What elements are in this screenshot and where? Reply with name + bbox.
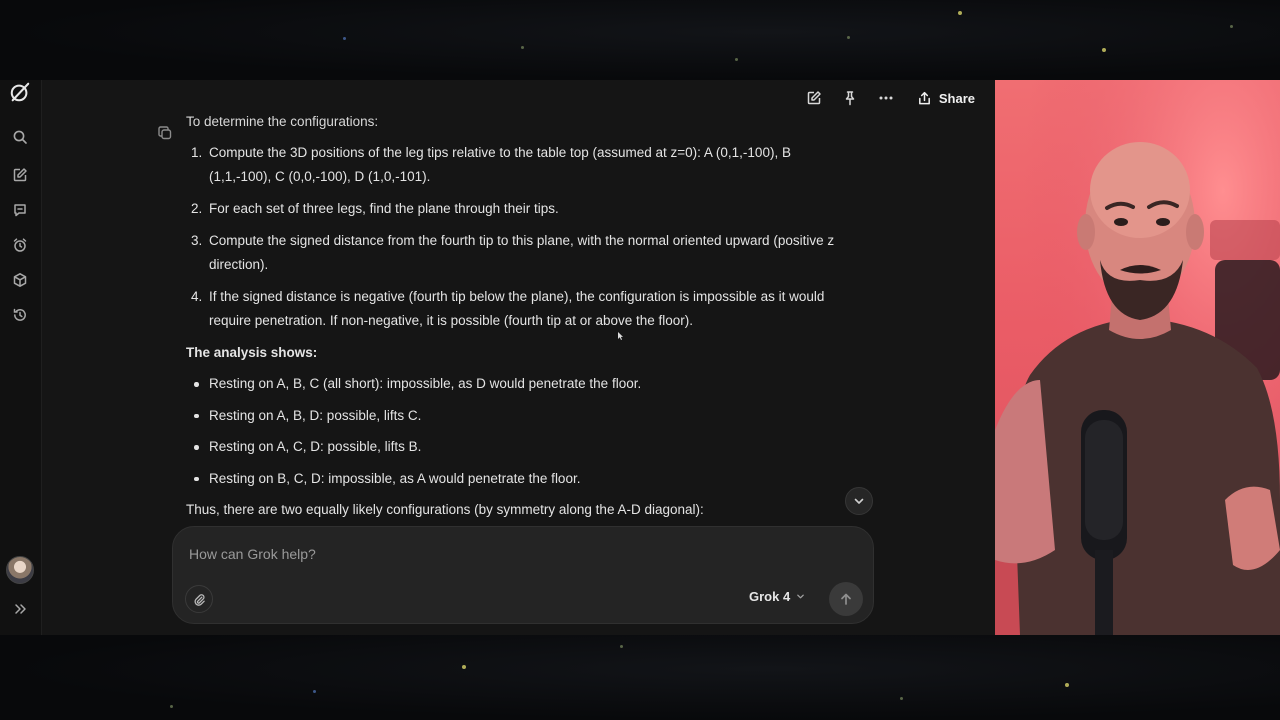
search-icon[interactable] (10, 127, 30, 147)
arrow-up-icon (841, 593, 851, 605)
presenter-video (995, 80, 1280, 635)
grok-logo-icon[interactable] (8, 80, 32, 104)
avatar[interactable] (6, 556, 34, 584)
conclusion-text: Thus, there are two equally likely confi… (186, 502, 704, 518)
video-background-top (0, 0, 1280, 80)
step-text: If the signed distance is negative (four… (209, 289, 825, 328)
webcam-overlay (995, 80, 1280, 635)
video-background-bottom (0, 635, 1280, 720)
results-list: Resting on A, B, C (all short): impossib… (186, 372, 856, 491)
step-number: 3. (191, 233, 203, 248)
step-text: Compute the 3D positions of the leg tips… (209, 145, 791, 184)
step-item: 1. Compute the 3D positions of the leg ti… (186, 141, 856, 189)
share-icon (917, 91, 932, 106)
more-icon[interactable] (871, 84, 901, 112)
analysis-heading: The analysis shows: (186, 345, 318, 360)
copy-message-icon[interactable] (157, 125, 173, 141)
result-item: Resting on A, B, D: possible, lifts C. (186, 404, 856, 428)
grok-app-window: Share To determine the configurations: 1… (0, 80, 995, 635)
composer: Grok 4 (172, 526, 874, 624)
model-selector[interactable]: Grok 4 (749, 589, 805, 604)
alarm-icon[interactable] (10, 235, 30, 255)
scroll-to-bottom-button[interactable] (845, 487, 873, 515)
history-icon[interactable] (10, 305, 30, 325)
step-number: 2. (191, 201, 203, 216)
paperclip-icon (193, 593, 205, 606)
model-label: Grok 4 (749, 589, 791, 604)
assistant-message: To determine the configurations: 1. Compu… (186, 110, 856, 522)
step-number: 1. (191, 145, 203, 160)
step-item: 3. Compute the signed distance from the f… (186, 229, 856, 277)
share-button[interactable]: Share (907, 84, 985, 112)
chevron-down-icon (854, 498, 864, 504)
share-label: Share (938, 90, 975, 106)
chevron-down-icon (797, 594, 805, 599)
attach-button[interactable] (185, 585, 213, 613)
sidebar (0, 80, 42, 635)
topbar-actions: Share (799, 84, 985, 112)
new-chat-icon[interactable] (10, 165, 30, 185)
result-item: Resting on A, B, C (all short): impossib… (186, 372, 856, 396)
step-item: 2. For each set of three legs, find the p… (186, 197, 856, 221)
step-number: 4. (191, 289, 203, 304)
result-item: Resting on B, C, D: impossible, as A wou… (186, 467, 856, 491)
step-text: For each set of three legs, find the pla… (209, 201, 559, 216)
steps-list: 1. Compute the 3D positions of the leg ti… (186, 141, 856, 333)
edit-icon[interactable] (799, 84, 829, 112)
step-item: 4. If the signed distance is negative (fo… (186, 285, 856, 333)
result-item: Resting on A, C, D: possible, lifts B. (186, 435, 856, 459)
pin-icon[interactable] (835, 84, 865, 112)
chat-bubble-icon[interactable] (10, 200, 30, 220)
cube-icon[interactable] (10, 270, 30, 290)
chat-input[interactable] (189, 543, 829, 565)
message-intro: To determine the configurations: (186, 114, 379, 129)
send-button[interactable] (829, 582, 863, 616)
mouse-cursor-icon (618, 332, 623, 340)
expand-chevrons-icon[interactable] (10, 599, 30, 619)
step-text: Compute the signed distance from the fou… (209, 233, 835, 272)
